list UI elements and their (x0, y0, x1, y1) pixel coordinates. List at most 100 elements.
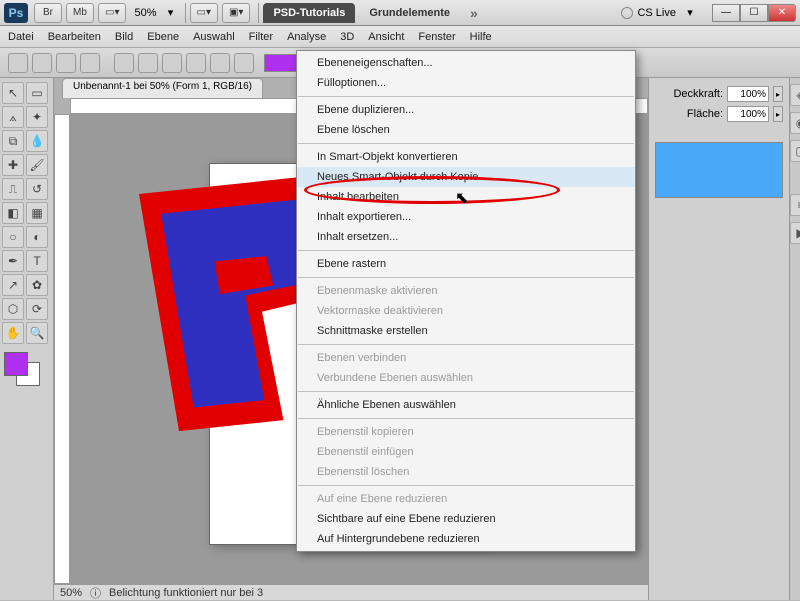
menu-item: Vektormaske deaktivieren (297, 301, 635, 321)
menu-ebene[interactable]: Ebene (147, 31, 179, 43)
history-tool[interactable]: ↺ (26, 178, 48, 200)
layer-thumbnail[interactable] (655, 142, 783, 198)
screen-mode-button[interactable]: ▣▾ (222, 3, 250, 23)
menu-item: Ebenenmaske aktivieren (297, 281, 635, 301)
arrange-button[interactable]: ▭▾ (190, 3, 218, 23)
type-tool[interactable]: T (26, 250, 48, 272)
shape-line[interactable] (210, 53, 230, 73)
zoom-tool[interactable]: 🔍 (26, 322, 48, 344)
minibridge-button[interactable]: Mb (66, 3, 94, 23)
menu-item[interactable]: Inhalt exportieren... (297, 207, 635, 227)
menu-item[interactable]: Fülloptionen... (297, 73, 635, 93)
marquee-tool[interactable]: ▭ (26, 82, 48, 104)
shape-rect[interactable] (114, 53, 134, 73)
eyedropper-tool[interactable]: 💧 (26, 130, 48, 152)
menu-item[interactable]: Schnittmaske erstellen (297, 321, 635, 341)
gradient-tool[interactable]: ▦ (26, 202, 48, 224)
document-tab[interactable]: Unbenannt-1 bei 50% (Form 1, RGB/16) (62, 78, 263, 98)
menu-auswahl[interactable]: Auswahl (193, 31, 235, 43)
more-workspaces[interactable]: » (470, 5, 478, 21)
tool-preset[interactable] (8, 53, 28, 73)
3d-tool[interactable]: ⬡ (2, 298, 24, 320)
status-zoom[interactable]: 50% (60, 587, 82, 599)
menu-item[interactable]: Inhalt bearbeiten (297, 187, 635, 207)
menu-item[interactable]: Neues Smart-Objekt durch Kopie (297, 167, 635, 187)
status-text: Belichtung funktioniert nur bei 3 (109, 587, 263, 599)
status-info-icon: ⓘ (90, 585, 101, 601)
shape-layers[interactable] (32, 53, 52, 73)
menu-bild[interactable]: Bild (115, 31, 133, 43)
wand-tool[interactable]: ✦ (26, 106, 48, 128)
shape-ellipse[interactable] (162, 53, 182, 73)
status-bar: 50% ⓘ Belichtung funktioniert nur bei 3 (54, 584, 648, 600)
close-button[interactable]: ✕ (768, 4, 796, 22)
opacity-input[interactable] (727, 86, 769, 102)
menu-fenster[interactable]: Fenster (418, 31, 455, 43)
actions-panel-icon[interactable]: ▶ (790, 222, 800, 244)
menu-item[interactable]: Auf Hintergrundebene reduzieren (297, 529, 635, 549)
move-tool[interactable]: ↖ (2, 82, 24, 104)
menu-item[interactable]: In Smart-Objekt konvertieren (297, 147, 635, 167)
bridge-button[interactable]: Br (34, 3, 62, 23)
brush-tool[interactable]: 🖌 (26, 154, 48, 176)
pen-tool[interactable]: ✒ (2, 250, 24, 272)
3drotate-tool[interactable]: ⟳ (26, 298, 48, 320)
fill-flyout[interactable]: ▸ (773, 106, 783, 122)
menu-item[interactable]: Inhalt ersetzen... (297, 227, 635, 247)
history-panel-icon[interactable]: ≡ (790, 194, 800, 216)
menu-item[interactable]: Ähnliche Ebenen auswählen (297, 395, 635, 415)
view-extras-button[interactable]: ▭▾ (98, 3, 126, 23)
shape-roundrect[interactable] (138, 53, 158, 73)
menu-item: Ebenenstil kopieren (297, 422, 635, 442)
lasso-tool[interactable]: ⟑ (2, 106, 24, 128)
menu-item[interactable]: Ebene rastern (297, 254, 635, 274)
workspace-tab[interactable]: Grundelemente (359, 3, 460, 23)
fill-pixels[interactable] (80, 53, 100, 73)
path-tool[interactable]: ↗ (2, 274, 24, 296)
color-swatches[interactable] (2, 352, 48, 390)
fill-input[interactable] (727, 106, 769, 122)
shape-tool[interactable]: ✿ (26, 274, 48, 296)
maximize-button[interactable]: ☐ (740, 4, 768, 22)
stamp-tool[interactable]: ⎍ (2, 178, 24, 200)
menu-ansicht[interactable]: Ansicht (368, 31, 404, 43)
zoom-level[interactable]: 50% (134, 7, 156, 19)
menu-analyse[interactable]: Analyse (287, 31, 326, 43)
menu-filter[interactable]: Filter (249, 31, 273, 43)
cslive-icon (621, 7, 633, 19)
titlebar: Ps Br Mb ▭▾ 50%▾ ▭▾ ▣▾ PSD-Tutorials Gru… (0, 0, 800, 26)
app-logo: Ps (4, 3, 28, 23)
hand-tool[interactable]: ✋ (2, 322, 24, 344)
blur-tool[interactable]: ○ (2, 226, 24, 248)
menu-item[interactable]: Ebene löschen (297, 120, 635, 140)
shape-custom[interactable] (234, 53, 254, 73)
crop-tool[interactable]: ⧉ (2, 130, 24, 152)
fill-label: Fläche: (687, 108, 723, 120)
paths-panel-icon[interactable]: ▢ (790, 140, 800, 162)
paths[interactable] (56, 53, 76, 73)
menu-hilfe[interactable]: Hilfe (470, 31, 492, 43)
menu-item[interactable]: Ebene duplizieren... (297, 100, 635, 120)
menu-item: Auf eine Ebene reduzieren (297, 489, 635, 509)
menu-item[interactable]: Ebeneneigenschaften... (297, 53, 635, 73)
fg-color[interactable] (4, 352, 28, 376)
cslive-label[interactable]: CS Live (637, 7, 676, 19)
menu-item: Ebenenstil einfügen (297, 442, 635, 462)
dodge-tool[interactable]: ◐ (26, 226, 48, 248)
menu-datei[interactable]: Datei (8, 31, 34, 43)
minimize-button[interactable]: — (712, 4, 740, 22)
menu-item: Verbundene Ebenen auswählen (297, 368, 635, 388)
layers-panel-icon[interactable]: ◈ (790, 84, 800, 106)
menu-3d[interactable]: 3D (340, 31, 354, 43)
patch-tool[interactable]: ✚ (2, 154, 24, 176)
menu-item[interactable]: Sichtbare auf eine Ebene reduzieren (297, 509, 635, 529)
eraser-tool[interactable]: ◧ (2, 202, 24, 224)
layer-properties: Deckkraft: ▸ Fläche: ▸ (649, 78, 789, 600)
shape-polygon[interactable] (186, 53, 206, 73)
layer-context-menu: Ebeneneigenschaften...Fülloptionen... Ebe… (296, 50, 636, 552)
menu-bearbeiten[interactable]: Bearbeiten (48, 31, 101, 43)
toolbox: ↖ ▭ ⟑ ✦ ⧉ 💧 ✚ 🖌 ⎍ ↺ ◧ ▦ ○ ◐ ✒ T ↗ ✿ ⬡ ⟳ … (0, 78, 54, 600)
channels-panel-icon[interactable]: ◉ (790, 112, 800, 134)
opacity-flyout[interactable]: ▸ (773, 86, 783, 102)
workspace-tab-active[interactable]: PSD-Tutorials (263, 3, 355, 23)
